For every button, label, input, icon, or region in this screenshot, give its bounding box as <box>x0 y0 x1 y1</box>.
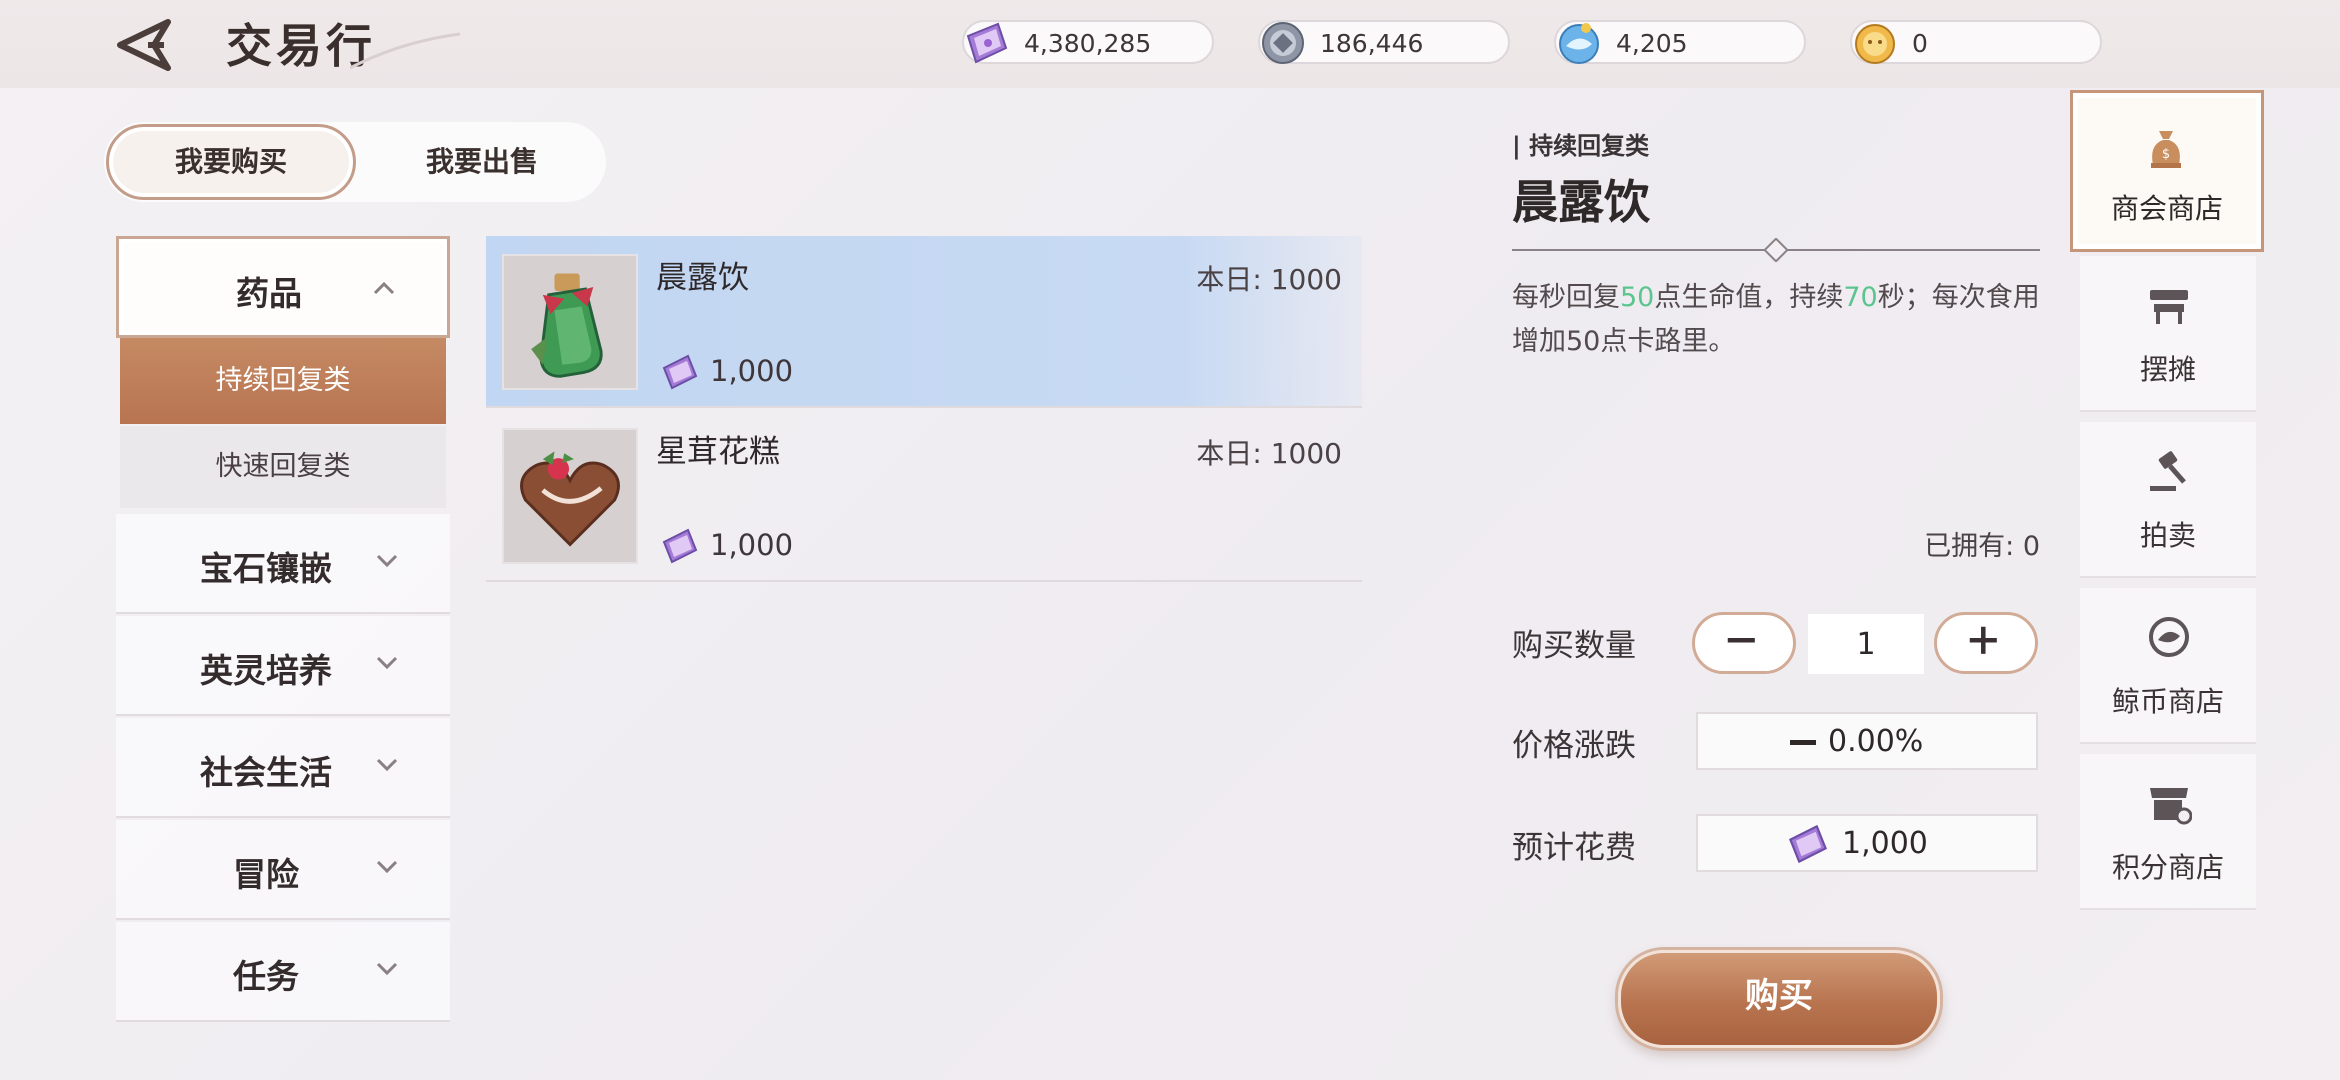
category-quest[interactable]: 任务 <box>116 922 450 1022</box>
tab-sell[interactable]: 我要出售 <box>362 124 602 200</box>
item-thumbnail <box>502 428 638 564</box>
currency-value: 186,446 <box>1320 29 1424 58</box>
nav-label: 拍卖 <box>2139 519 2196 552</box>
blue-whale-coin-icon <box>1559 23 1599 64</box>
chevron-down-icon <box>376 860 398 874</box>
shop-points-icon <box>2150 788 2192 825</box>
quantity-plus-button[interactable] <box>1934 612 2038 674</box>
desc-text: 每秒回复 <box>1512 282 1620 313</box>
subcategory-quick-recovery[interactable]: 快速回复类 <box>120 426 446 508</box>
cost-label: 预计花费 <box>1512 830 1636 866</box>
chevron-up-icon <box>373 281 395 295</box>
whale-coin-icon <box>2149 617 2189 657</box>
owned-count: 已拥有: 0 <box>1924 531 2040 562</box>
list-item[interactable]: 星茸花糕 本日: 1000 1,000 <box>486 410 1362 582</box>
category-label: 冒险 <box>233 855 299 894</box>
silver-coin-icon <box>1262 22 1304 64</box>
back-arrow-icon[interactable] <box>108 14 188 76</box>
nav-points-shop[interactable]: 积分商店 <box>2080 754 2256 910</box>
currency-whale: 4,205 <box>1554 20 1806 64</box>
desc-highlight: 50 <box>1620 282 1655 313</box>
title-decoration <box>350 32 460 70</box>
chevron-down-icon <box>376 962 398 976</box>
purple-ticket-icon <box>966 22 1008 64</box>
detail-item-name: 晨露饮 <box>1512 175 1650 229</box>
currency-tickets: 4,380,285 <box>962 20 1214 64</box>
purple-ticket-icon <box>662 528 698 564</box>
category-sidebar: 药品 持续回复类 快速回复类 宝石镶嵌 英灵培养 社会生活 冒险 任务 <box>116 234 450 1044</box>
detail-description: 每秒回复50点生命值，持续70秒；每次食用增加50点卡路里。 <box>1512 276 2040 364</box>
category-label: 英灵培养 <box>200 651 332 690</box>
green-potion-bottle-icon <box>504 256 636 388</box>
nav-label: 商会商店 <box>2110 192 2223 225</box>
currency-value: 0 <box>1912 29 1928 58</box>
list-item[interactable]: 晨露饮 本日: 1000 1,000 <box>486 236 1362 408</box>
item-price: 1,000 <box>710 528 794 562</box>
chevron-down-icon <box>376 554 398 568</box>
estimated-cost-box: 1,000 <box>1696 814 2038 872</box>
chevron-down-icon <box>376 758 398 772</box>
price-change-label: 价格涨跌 <box>1512 728 1636 764</box>
currency-value: 4,380,285 <box>1024 29 1152 58</box>
right-nav: $ 商会商店 摆摊 拍卖 鲸币商店 积分商店 <box>2070 88 2270 918</box>
detail-category: | 持续回复类 <box>1512 132 1650 160</box>
estimated-cost-value: 1,000 <box>1842 826 1928 861</box>
item-daily-limit: 本日: 1000 <box>1196 263 1342 296</box>
purple-ticket-icon <box>1789 824 1827 864</box>
quantity-minus-button[interactable] <box>1692 612 1796 674</box>
item-name: 晨露饮 <box>656 260 749 296</box>
item-detail-panel: | 持续回复类 晨露饮 每秒回复50点生命值，持续70秒；每次食用增加50点卡路… <box>1512 120 2040 1048</box>
stall-icon <box>2150 290 2188 324</box>
desc-text: 点生命值，持续 <box>1654 282 1844 313</box>
category-label: 社会生活 <box>200 753 332 792</box>
purple-ticket-icon <box>662 354 698 390</box>
top-bar: 交易行 4,380,285 186,446 4,205 0 <box>0 0 2340 88</box>
currency-value: 4,205 <box>1616 29 1688 58</box>
gavel-icon <box>2150 451 2186 491</box>
plus-icon <box>1969 626 1997 654</box>
dash-icon <box>1790 740 1816 745</box>
nav-whale-coin-shop[interactable]: 鲸币商店 <box>2080 588 2256 744</box>
category-spirit-training[interactable]: 英灵培养 <box>116 616 450 716</box>
currency-gold: 0 <box>1850 20 2102 64</box>
category-label: 任务 <box>233 957 299 996</box>
quantity-label: 购买数量 <box>1512 628 1636 664</box>
quantity-input[interactable] <box>1808 614 1924 674</box>
category-medicine[interactable]: 药品 <box>116 236 450 338</box>
subcategory-continuous-recovery[interactable]: 持续回复类 <box>120 338 446 424</box>
detail-divider <box>1512 238 2040 262</box>
nav-guild-shop[interactable]: $ 商会商店 <box>2070 90 2264 252</box>
nav-label: 摆摊 <box>2139 353 2196 386</box>
category-adventure[interactable]: 冒险 <box>116 820 450 920</box>
minus-icon <box>1727 638 1755 643</box>
desc-highlight: 70 <box>1843 282 1878 313</box>
category-social-life[interactable]: 社会生活 <box>116 718 450 818</box>
currency-silver: 186,446 <box>1258 20 1510 64</box>
nav-stall[interactable]: 摆摊 <box>2080 256 2256 412</box>
mode-toggle: 我要购买 我要出售 <box>104 122 606 202</box>
item-thumbnail <box>502 254 638 390</box>
chocolate-heart-cake-icon <box>504 430 636 562</box>
buy-button[interactable]: 购买 <box>1618 950 1940 1048</box>
svg-text:$: $ <box>2162 147 2170 162</box>
item-name: 星茸花糕 <box>656 434 780 470</box>
category-label: 宝石镶嵌 <box>200 549 332 588</box>
category-gem-inlay[interactable]: 宝石镶嵌 <box>116 514 450 614</box>
nav-label: 鲸币商店 <box>2111 685 2224 718</box>
nav-label: 积分商店 <box>2111 851 2224 884</box>
money-bag-icon: $ <box>2151 131 2181 168</box>
gold-coin-icon <box>1855 24 1895 64</box>
chevron-down-icon <box>376 656 398 670</box>
price-change-box: 0.00% <box>1696 712 2038 770</box>
item-daily-limit: 本日: 1000 <box>1196 437 1342 470</box>
item-price: 1,000 <box>710 354 794 388</box>
price-change-value: 0.00% <box>1828 724 1924 759</box>
nav-auction[interactable]: 拍卖 <box>2080 422 2256 578</box>
tab-buy[interactable]: 我要购买 <box>106 124 356 200</box>
